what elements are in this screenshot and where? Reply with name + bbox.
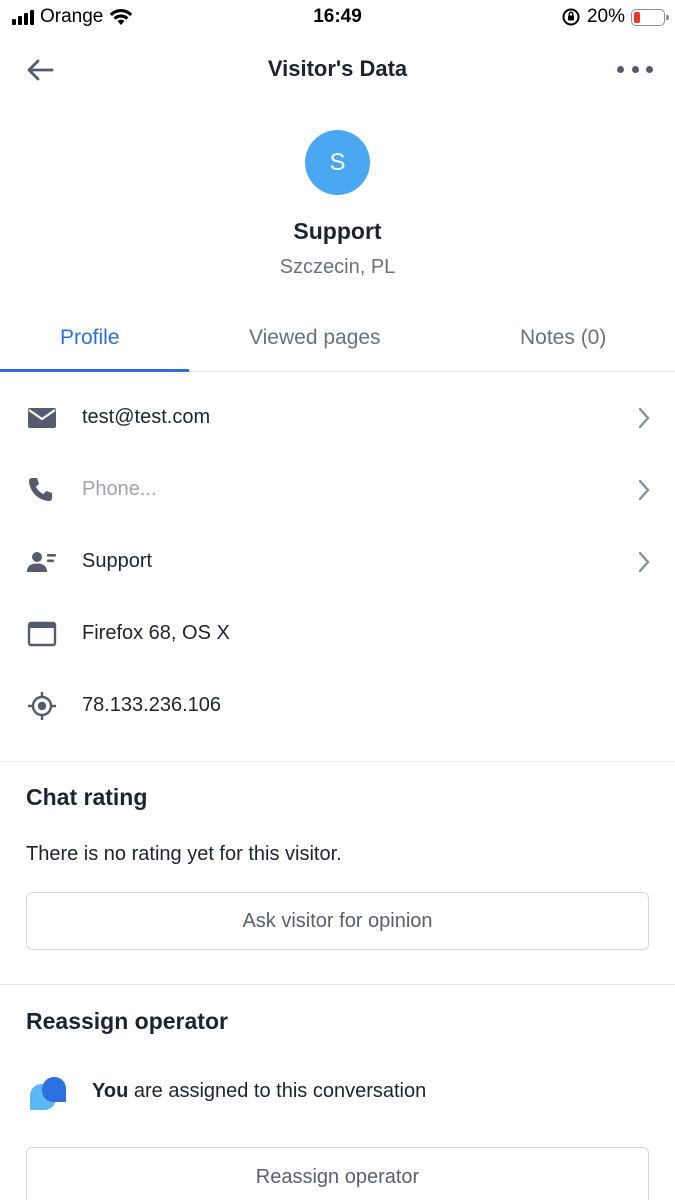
app-logo-icon: [30, 1077, 66, 1110]
contact-card-icon: [27, 552, 56, 572]
avatar: S: [305, 130, 370, 195]
active-tab-indicator: [0, 369, 189, 372]
chat-rating-title: Chat rating: [26, 784, 148, 810]
browser-value: Firefox 68, OS X: [82, 622, 230, 644]
reassign-title: Reassign operator: [26, 1008, 228, 1034]
chevron-right-icon: [638, 479, 650, 501]
battery-icon: [631, 8, 669, 26]
reassign-operator-button[interactable]: Reassign operator: [26, 1147, 649, 1200]
status-bar: Orange 16:49 20%: [0, 0, 675, 34]
ask-opinion-button[interactable]: Ask visitor for opinion: [26, 892, 649, 950]
chevron-right-icon: [638, 551, 650, 573]
chat-rating-text: There is no rating yet for this visitor.: [26, 843, 342, 865]
more-options-button[interactable]: [617, 56, 653, 82]
email-value: test@test.com: [82, 406, 211, 428]
ip-row: 78.133.236.106: [0, 670, 675, 742]
tab-bar: Profile Viewed pages Notes (0): [0, 310, 675, 372]
email-row[interactable]: test@test.com: [0, 382, 675, 454]
assigned-you: You: [92, 1080, 129, 1102]
more-horizontal-icon: [617, 65, 624, 73]
top-app-bar: Visitor's Data: [0, 34, 675, 104]
page-title: Visitor's Data: [267, 56, 408, 81]
battery-percent: 20%: [586, 6, 625, 27]
mail-icon: [28, 408, 56, 428]
name-value: Support: [82, 550, 153, 572]
tab-profile[interactable]: Profile: [60, 326, 120, 350]
ip-value: 78.133.236.106: [82, 694, 222, 716]
visitor-location: Szczecin, PL: [279, 256, 396, 278]
chevron-right-icon: [638, 407, 650, 429]
phone-input[interactable]: Phone...: [82, 478, 157, 501]
status-right: 20%: [561, 6, 669, 28]
orientation-lock-icon: [562, 8, 580, 26]
name-row[interactable]: Support: [0, 526, 675, 598]
phone-row[interactable]: Phone...: [0, 454, 675, 526]
section-divider: [0, 761, 675, 762]
battery-level: [634, 11, 640, 23]
browser-row: Firefox 68, OS X: [0, 598, 675, 670]
section-divider: [0, 984, 675, 985]
phone-icon: [29, 478, 52, 501]
assignment-text: You are assigned to this conversation: [92, 1080, 426, 1103]
assignment-info: You are assigned to this conversation: [26, 1070, 649, 1114]
tab-viewed-pages[interactable]: Viewed pages: [249, 326, 381, 350]
assigned-rest: are assigned to this conversation: [128, 1080, 427, 1102]
tab-notes[interactable]: Notes (0): [520, 326, 606, 350]
visitor-name: Support: [293, 218, 382, 244]
browser-window-icon: [27, 621, 57, 647]
location-target-icon: [28, 692, 56, 720]
